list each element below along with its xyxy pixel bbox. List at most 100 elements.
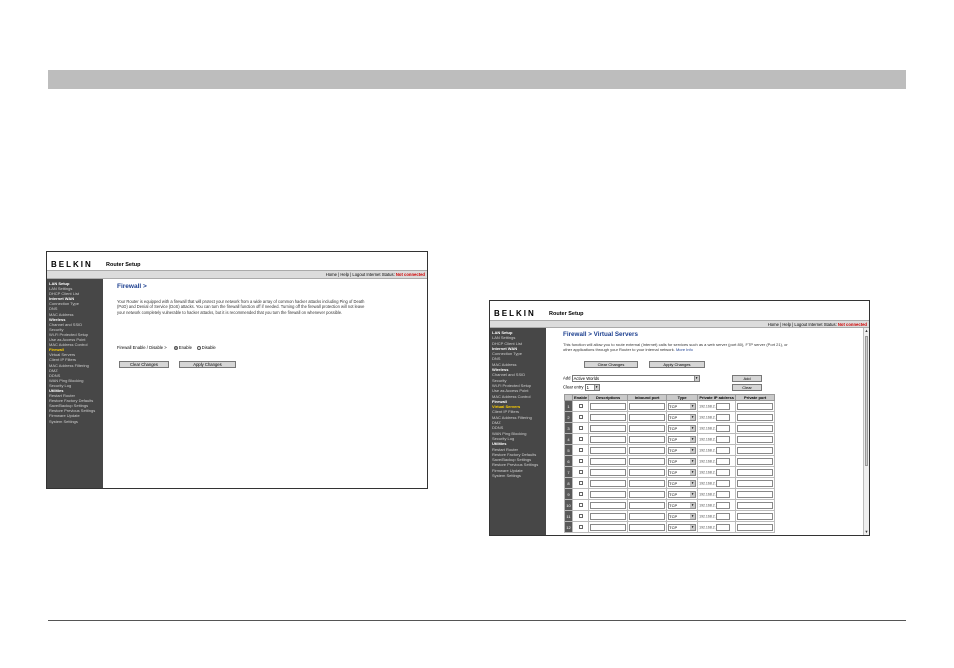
private-ip-input[interactable] [715, 413, 730, 421]
clear-entry-select[interactable]: 1 ▼ [584, 384, 600, 391]
enable-checkbox[interactable] [578, 492, 583, 497]
description-input[interactable] [590, 512, 627, 520]
inbound-port-input[interactable] [629, 490, 666, 498]
description-input[interactable] [590, 523, 627, 531]
private-ip-input[interactable] [715, 490, 730, 498]
inbound-port-input[interactable] [629, 468, 666, 476]
main-panel: Firewall > Your Router is equipped with … [103, 279, 427, 488]
table-row: 4 TCP ▼ 192.168.2. [564, 433, 776, 445]
enable-checkbox[interactable] [578, 525, 583, 530]
enable-radio[interactable] [173, 345, 178, 350]
type-select[interactable]: TCP ▼ [668, 468, 697, 476]
private-ip-input[interactable] [715, 435, 730, 443]
scroll-down-icon[interactable]: ▼ [864, 529, 869, 535]
internet-status: Not connected [395, 272, 425, 277]
type-select[interactable]: TCP ▼ [668, 435, 697, 443]
private-port-input[interactable] [737, 435, 774, 443]
private-port-input[interactable] [737, 512, 774, 520]
private-port-input[interactable] [737, 457, 774, 465]
private-port-input[interactable] [737, 523, 774, 531]
description-input[interactable] [590, 479, 627, 487]
type-select[interactable]: TCP ▼ [668, 479, 697, 487]
inbound-port-input[interactable] [629, 523, 666, 531]
private-ip-input[interactable] [715, 501, 730, 509]
clear-changes-button[interactable]: Clear Changes [119, 361, 169, 368]
private-port-input[interactable] [737, 446, 774, 454]
private-ip-input[interactable] [715, 402, 730, 410]
enable-checkbox[interactable] [578, 437, 583, 442]
private-port-input[interactable] [737, 424, 774, 432]
private-ip-input[interactable] [715, 512, 730, 520]
add-service-select[interactable]: Active Worlds ▼ [571, 375, 700, 382]
header-links[interactable]: Home | Help | Logout Internet Status: No… [768, 322, 867, 327]
enable-checkbox[interactable] [578, 503, 583, 508]
scroll-up-icon[interactable]: ▲ [864, 328, 869, 334]
chevron-down-icon: ▼ [690, 513, 696, 519]
clear-changes-button[interactable]: Clear Changes [584, 361, 638, 368]
inbound-port-input[interactable] [629, 402, 666, 410]
private-ip-input[interactable] [715, 446, 730, 454]
type-select[interactable]: TCP ▼ [668, 413, 697, 421]
inbound-port-input[interactable] [629, 512, 666, 520]
private-ip-input[interactable] [715, 523, 730, 531]
type-select[interactable]: TCP ▼ [668, 424, 697, 432]
sidebar-item[interactable]: System Settings [49, 419, 103, 424]
enable-checkbox[interactable] [578, 470, 583, 475]
description-input[interactable] [590, 413, 627, 421]
type-select[interactable]: TCP ▼ [668, 402, 697, 410]
chevron-down-icon: ▼ [690, 458, 696, 464]
type-select[interactable]: TCP ▼ [668, 523, 697, 531]
inbound-port-input[interactable] [629, 446, 666, 454]
description-input[interactable] [590, 402, 627, 410]
enable-checkbox[interactable] [578, 481, 583, 486]
private-port-input[interactable] [737, 490, 774, 498]
private-port-input[interactable] [737, 413, 774, 421]
inbound-port-input[interactable] [629, 424, 666, 432]
inbound-port-input[interactable] [629, 435, 666, 443]
private-ip-input[interactable] [715, 468, 730, 476]
type-select[interactable]: TCP ▼ [668, 457, 697, 465]
type-select[interactable]: TCP ▼ [668, 446, 697, 454]
table-row: 5 TCP ▼ 192.168.2. [564, 444, 776, 456]
enable-checkbox[interactable] [578, 415, 583, 420]
description-input[interactable] [590, 501, 627, 509]
clear-button[interactable]: Clear [732, 384, 762, 391]
add-label: Add [563, 375, 571, 381]
sidebar-item[interactable]: Restore Previous Settings [492, 462, 546, 467]
enable-checkbox[interactable] [578, 448, 583, 453]
description-input[interactable] [590, 435, 627, 443]
scroll-thumb[interactable] [865, 336, 868, 466]
private-port-input[interactable] [737, 501, 774, 509]
private-ip-input[interactable] [715, 479, 730, 487]
description-input[interactable] [590, 490, 627, 498]
enable-checkbox[interactable] [578, 514, 583, 519]
description-input[interactable] [590, 468, 627, 476]
inbound-port-input[interactable] [629, 413, 666, 421]
description-input[interactable] [590, 457, 627, 465]
apply-changes-button[interactable]: Apply Changes [649, 361, 705, 368]
enable-checkbox[interactable] [578, 404, 583, 409]
enable-checkbox[interactable] [578, 459, 583, 464]
ip-prefix: 192.168.2. [699, 503, 716, 508]
private-ip-input[interactable] [715, 424, 730, 432]
type-select[interactable]: TCP ▼ [668, 501, 697, 509]
private-port-input[interactable] [737, 468, 774, 476]
inbound-port-input[interactable] [629, 457, 666, 465]
apply-changes-button[interactable]: Apply Changes [179, 361, 236, 368]
private-ip-input[interactable] [715, 457, 730, 465]
type-select[interactable]: TCP ▼ [668, 490, 697, 498]
add-button[interactable]: Add [732, 375, 762, 382]
inbound-port-input[interactable] [629, 479, 666, 487]
enable-checkbox[interactable] [578, 426, 583, 431]
disable-radio[interactable] [196, 345, 201, 350]
description-input[interactable] [590, 446, 627, 454]
type-select[interactable]: TCP ▼ [668, 512, 697, 520]
inbound-port-input[interactable] [629, 501, 666, 509]
private-port-input[interactable] [737, 402, 774, 410]
description-input[interactable] [590, 424, 627, 432]
header-links[interactable]: Home | Help | Logout Internet Status: No… [326, 272, 425, 277]
scrollbar[interactable]: ▲ ▼ [863, 328, 869, 535]
sidebar-item[interactable]: System Settings [492, 473, 546, 478]
private-port-input[interactable] [737, 479, 774, 487]
more-info-link[interactable]: More Info [676, 347, 693, 352]
